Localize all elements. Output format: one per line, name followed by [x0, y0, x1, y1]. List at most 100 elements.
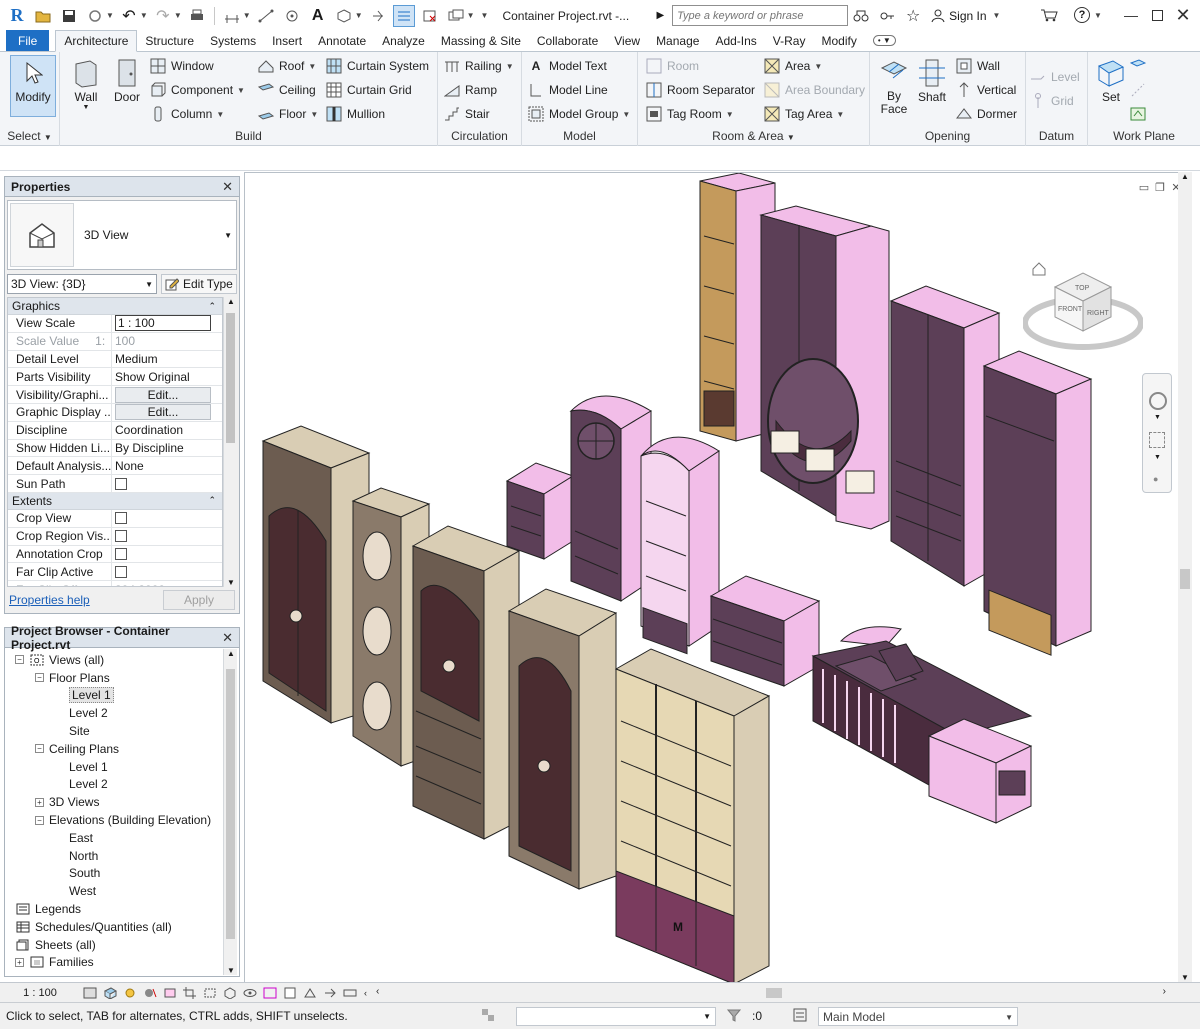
- properties-close-icon[interactable]: ✕: [222, 179, 233, 195]
- redo-button[interactable]: ↷: [152, 5, 174, 27]
- curtain-grid-button[interactable]: Curtain Grid: [326, 79, 412, 101]
- edit-button[interactable]: Edit...: [115, 404, 211, 421]
- help-button[interactable]: ? ▼: [1074, 4, 1104, 26]
- lock-view-icon[interactable]: [223, 986, 237, 1000]
- property-checkbox[interactable]: [115, 547, 127, 560]
- viewport-horizontal-scrollbar[interactable]: ‹ ›: [376, 986, 1166, 999]
- property-checkbox[interactable]: [115, 530, 127, 543]
- hscroll-right-icon[interactable]: ›: [1163, 986, 1166, 997]
- tag-area-button[interactable]: Tag Area ▼: [764, 103, 844, 125]
- browser-scroll-thumb[interactable]: [226, 669, 235, 939]
- mullion-button[interactable]: Mullion: [326, 103, 385, 125]
- sync-dropdown-icon[interactable]: ▼: [106, 11, 114, 20]
- undo-dropdown-icon[interactable]: ▼: [140, 11, 148, 20]
- temporary-hide-icon[interactable]: [243, 986, 257, 1000]
- window-button[interactable]: Window: [150, 55, 214, 77]
- wheel-dropdown-icon[interactable]: ▼: [1154, 414, 1161, 421]
- collapse-bar-icon[interactable]: ‹: [364, 988, 367, 998]
- property-value[interactable]: [112, 546, 222, 563]
- browser-scrollbar[interactable]: ▲ ▼: [223, 649, 237, 975]
- minimize-button[interactable]: —: [1118, 4, 1144, 26]
- edit-button[interactable]: Edit...: [115, 386, 211, 403]
- viewport-vscroll-thumb[interactable]: [1180, 569, 1190, 589]
- reveal-hidden-icon[interactable]: [263, 986, 277, 1000]
- browser-node[interactable]: Level 2: [55, 704, 108, 722]
- browser-scroll-up-icon[interactable]: ▲: [227, 649, 235, 658]
- sun-path-icon[interactable]: [123, 986, 137, 1000]
- panel-select-title[interactable]: Select ▼: [0, 129, 59, 143]
- room-button[interactable]: Room: [646, 55, 699, 77]
- filter-icon[interactable]: [726, 1007, 742, 1026]
- browser-node[interactable]: Sheets (all): [15, 936, 96, 954]
- baby-crib[interactable]: [811, 626, 1033, 824]
- crop-region-icon[interactable]: [203, 986, 217, 1000]
- search-button[interactable]: [850, 5, 872, 27]
- tab-vray[interactable]: V-Ray: [765, 30, 814, 51]
- browser-node[interactable]: +3D Views: [35, 793, 99, 811]
- modify-button[interactable]: Modify: [10, 55, 56, 117]
- tab-manage[interactable]: Manage: [648, 30, 707, 51]
- ramp-button[interactable]: Ramp: [444, 79, 497, 101]
- tab-insert[interactable]: Insert: [264, 30, 310, 51]
- stair-button[interactable]: Stair: [444, 103, 490, 125]
- set-work-plane-button[interactable]: Set: [1094, 56, 1128, 104]
- measure-button[interactable]: [221, 5, 243, 27]
- shaft-button[interactable]: Shaft: [914, 56, 950, 104]
- wardrobe-pink-3[interactable]: [889, 285, 1001, 587]
- expand-search-icon[interactable]: ▶: [656, 10, 664, 21]
- favorites-button[interactable]: ☆: [902, 5, 924, 27]
- close-hidden-button[interactable]: [419, 5, 441, 27]
- model-text-button[interactable]: A Model Text: [528, 55, 607, 77]
- thin-lines-button[interactable]: [392, 4, 415, 27]
- browser-scroll-down-icon[interactable]: ▼: [227, 966, 235, 975]
- viewcube[interactable]: TOP FRONT RIGHT: [1023, 259, 1143, 359]
- steering-wheel-icon[interactable]: [1149, 392, 1167, 410]
- shadows-icon[interactable]: [143, 986, 157, 1000]
- vertical-opening-button[interactable]: Vertical: [956, 79, 1016, 101]
- viewport-vertical-scrollbar[interactable]: ▲ ▼: [1178, 172, 1192, 982]
- roof-button[interactable]: Roof ▼: [258, 55, 316, 77]
- door-button[interactable]: Door: [110, 56, 144, 104]
- column-button[interactable]: Column ▼: [150, 103, 224, 125]
- tab-systems[interactable]: Systems: [202, 30, 264, 51]
- browser-node[interactable]: − Floor Plans: [35, 669, 110, 687]
- show-work-plane-button[interactable]: [1130, 55, 1151, 77]
- property-value[interactable]: [112, 475, 222, 492]
- viewcube-top-label[interactable]: TOP: [1075, 285, 1090, 292]
- sign-in-button[interactable]: Sign In ▼: [930, 9, 1002, 23]
- property-value[interactable]: By Discipline: [112, 440, 222, 457]
- vscroll-down-icon[interactable]: ▼: [1181, 973, 1189, 982]
- 3d-viewport[interactable]: ▭ ❐ ✕ M TOP FRONT RIGHT ▼ ▼ ●: [244, 172, 1192, 982]
- collapse-toggle-icon[interactable]: −: [35, 815, 44, 825]
- tab-view[interactable]: View: [606, 30, 648, 51]
- property-value[interactable]: Show Original: [112, 368, 222, 385]
- vscroll-up-icon[interactable]: ▲: [1181, 172, 1189, 181]
- worksets-icon[interactable]: [480, 1007, 496, 1026]
- hscroll-left-icon[interactable]: ‹: [376, 986, 379, 997]
- temp-view-properties-icon[interactable]: [283, 986, 297, 1000]
- browser-node[interactable]: − Ceiling Plans: [35, 740, 119, 758]
- zoom-dropdown-icon[interactable]: ▼: [1154, 454, 1161, 461]
- panel-room-area-title[interactable]: Room & Area ▼: [638, 129, 869, 143]
- browser-node[interactable]: Level 2: [55, 776, 108, 794]
- browser-node[interactable]: West: [55, 882, 96, 900]
- maximize-button[interactable]: [1144, 4, 1170, 26]
- edit-type-button[interactable]: Edit Type: [161, 274, 237, 294]
- browser-node[interactable]: − O Views (all): [15, 651, 104, 669]
- tab-modify[interactable]: Modify: [813, 30, 864, 51]
- viewcube-right-label[interactable]: RIGHT: [1087, 310, 1110, 317]
- tab-structure[interactable]: Structure: [137, 30, 202, 51]
- view-scale-control[interactable]: 1 : 100: [0, 987, 80, 999]
- tab-analyze[interactable]: Analyze: [374, 30, 433, 51]
- property-value[interactable]: 1 : 100: [112, 315, 222, 332]
- level-button[interactable]: Level: [1030, 66, 1080, 88]
- area-boundary-button[interactable]: Area Boundary: [764, 79, 865, 101]
- viewcube-home-icon[interactable]: [1032, 262, 1046, 276]
- nav-bar-close-icon[interactable]: ●: [1153, 474, 1158, 484]
- zoom-region-icon[interactable]: [1149, 432, 1165, 448]
- floor-button[interactable]: Floor ▼: [258, 103, 318, 125]
- property-value[interactable]: Coordination: [112, 422, 222, 439]
- detail-level-icon[interactable]: [83, 986, 97, 1000]
- railing-button[interactable]: Railing ▼: [444, 55, 514, 77]
- double-wardrobe-pink[interactable]: [759, 205, 890, 530]
